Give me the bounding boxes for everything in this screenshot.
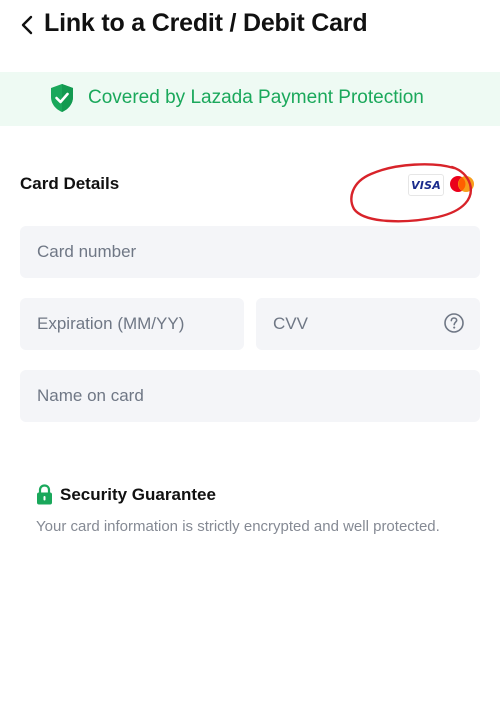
expiration-field[interactable] <box>20 298 244 350</box>
card-details-title: Card Details <box>20 174 120 193</box>
payment-protection-text: Covered by Lazada Payment Protection <box>88 87 424 108</box>
payment-protection-banner: Covered by Lazada Payment Protection <box>0 72 500 126</box>
card-number-field[interactable] <box>20 226 480 278</box>
card-brands: VISA <box>402 170 480 198</box>
back-button[interactable] <box>16 12 38 38</box>
page-title: Link to a Credit / Debit Card <box>44 9 368 37</box>
cvv-field[interactable] <box>256 298 480 350</box>
lock-icon <box>37 484 52 505</box>
name-on-card-input[interactable] <box>37 370 480 422</box>
name-on-card-field[interactable] <box>20 370 480 422</box>
visa-logo: VISA <box>408 174 444 196</box>
header: Link to a Credit / Debit Card <box>0 0 500 56</box>
shield-check-icon <box>51 84 73 112</box>
expiration-input[interactable] <box>37 298 244 350</box>
cvv-input[interactable] <box>273 298 436 350</box>
security-guarantee-title: Security Guarantee <box>60 485 216 504</box>
chevron-left-icon <box>21 15 33 35</box>
security-guarantee-text: Your card information is strictly encryp… <box>36 518 440 535</box>
question-circle-icon[interactable] <box>443 312 465 334</box>
card-number-input[interactable] <box>37 226 480 278</box>
mastercard-icon <box>450 176 474 192</box>
